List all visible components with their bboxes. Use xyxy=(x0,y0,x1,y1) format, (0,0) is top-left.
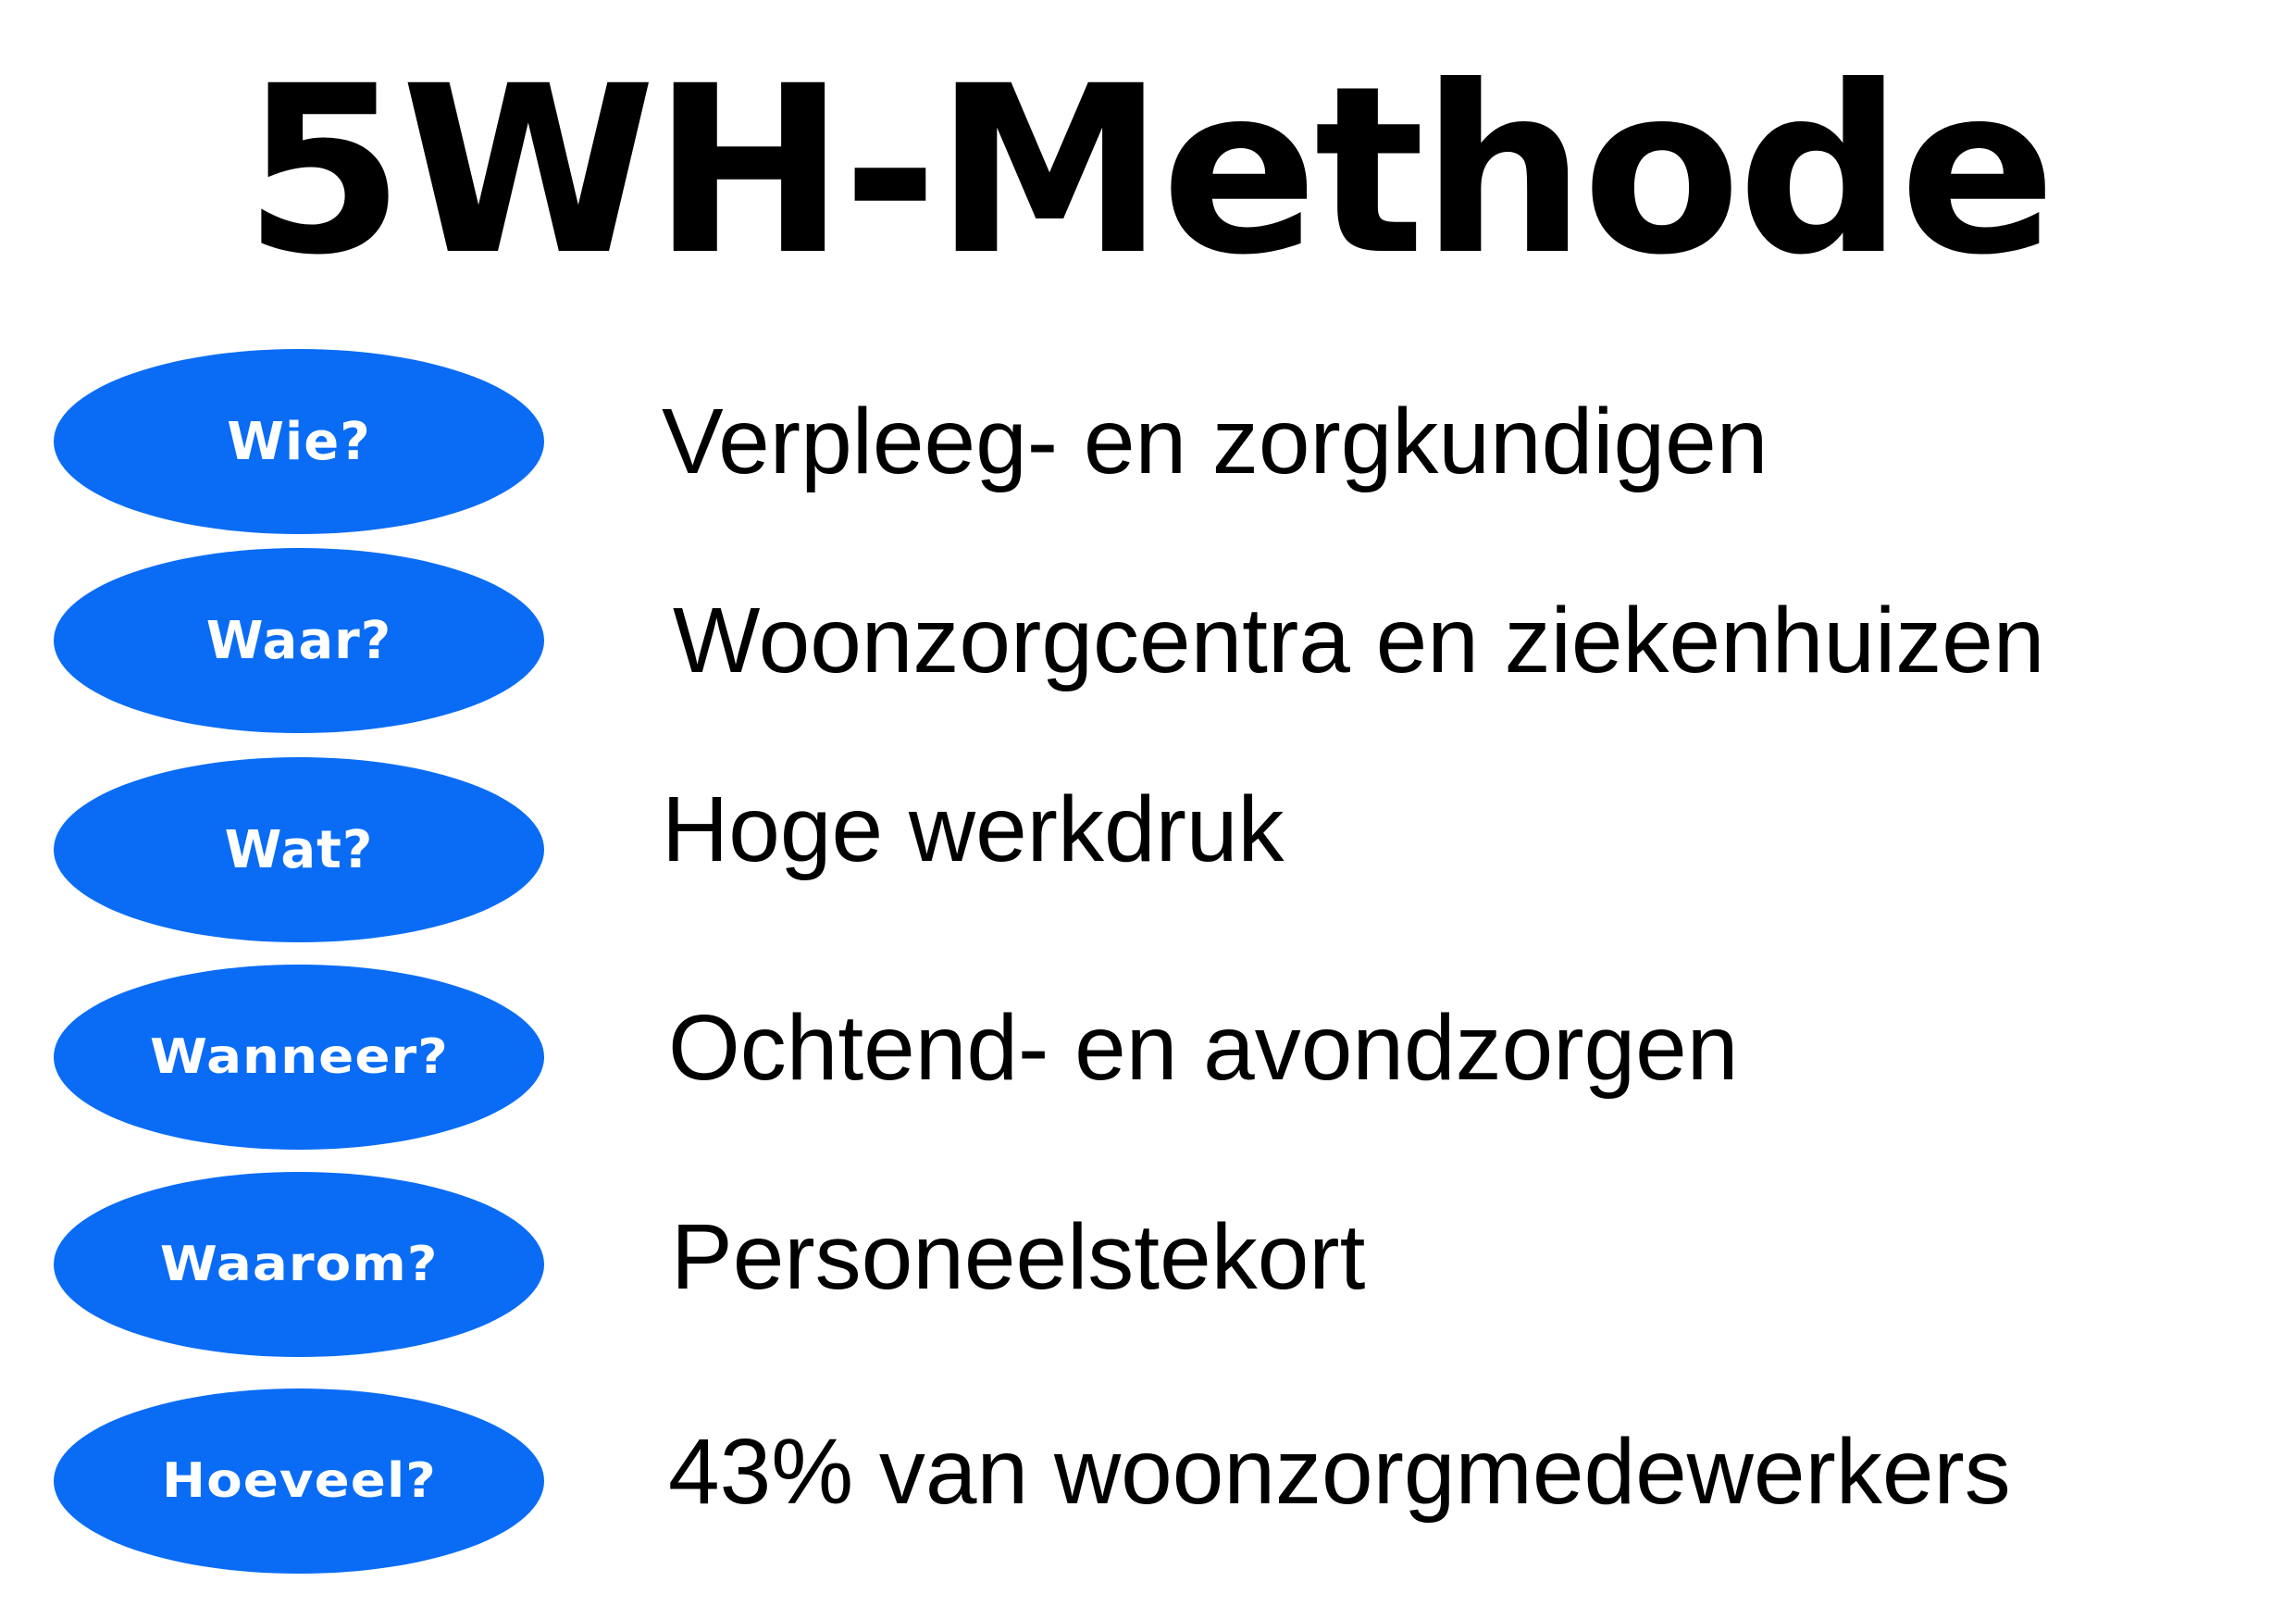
question-label: Waarom? xyxy=(159,1237,439,1292)
page-title: 5WH-Methode xyxy=(243,36,2056,305)
question-label: Wat? xyxy=(224,819,374,880)
answer-text: Ochtend- en avondzorgen xyxy=(668,995,1739,1100)
answer-text: 43% van woonzorgmedewerkers xyxy=(668,1419,2011,1524)
row-wie: Wie? Verpleeg- en zorgkundigen xyxy=(0,349,2296,534)
row-hoeveel: Hoeveel? 43% van woonzorgmedewerkers xyxy=(0,1389,2296,1574)
answer-text: Hoge werkdruk xyxy=(662,777,1285,881)
row-waarom: Waarom? Personeelstekort xyxy=(0,1172,2296,1357)
question-oval-waar: Waar? xyxy=(54,548,544,733)
row-waar: Waar? Woonzorgcentra en ziekenhuizen xyxy=(0,548,2296,733)
row-wanneer: Wanneer? Ochtend- en avondzorgen xyxy=(0,965,2296,1150)
question-label: Waar? xyxy=(205,610,392,671)
row-wat: Wat? Hoge werkdruk xyxy=(0,757,2296,942)
question-label: Hoeveel? xyxy=(161,1453,437,1509)
question-oval-hoeveel: Hoeveel? xyxy=(54,1389,544,1574)
question-oval-wie: Wie? xyxy=(54,349,544,534)
question-label: Wanneer? xyxy=(149,1029,449,1085)
question-oval-wat: Wat? xyxy=(54,757,544,942)
answer-text: Woonzorgcentra en ziekenhuizen xyxy=(673,588,2045,692)
answer-text: Verpleeg- en zorgkundigen xyxy=(662,389,1769,493)
question-oval-wanneer: Wanneer? xyxy=(54,965,544,1150)
question-oval-waarom: Waarom? xyxy=(54,1172,544,1357)
question-label: Wie? xyxy=(227,411,371,472)
answer-text: Personeelstekort xyxy=(671,1204,1366,1309)
